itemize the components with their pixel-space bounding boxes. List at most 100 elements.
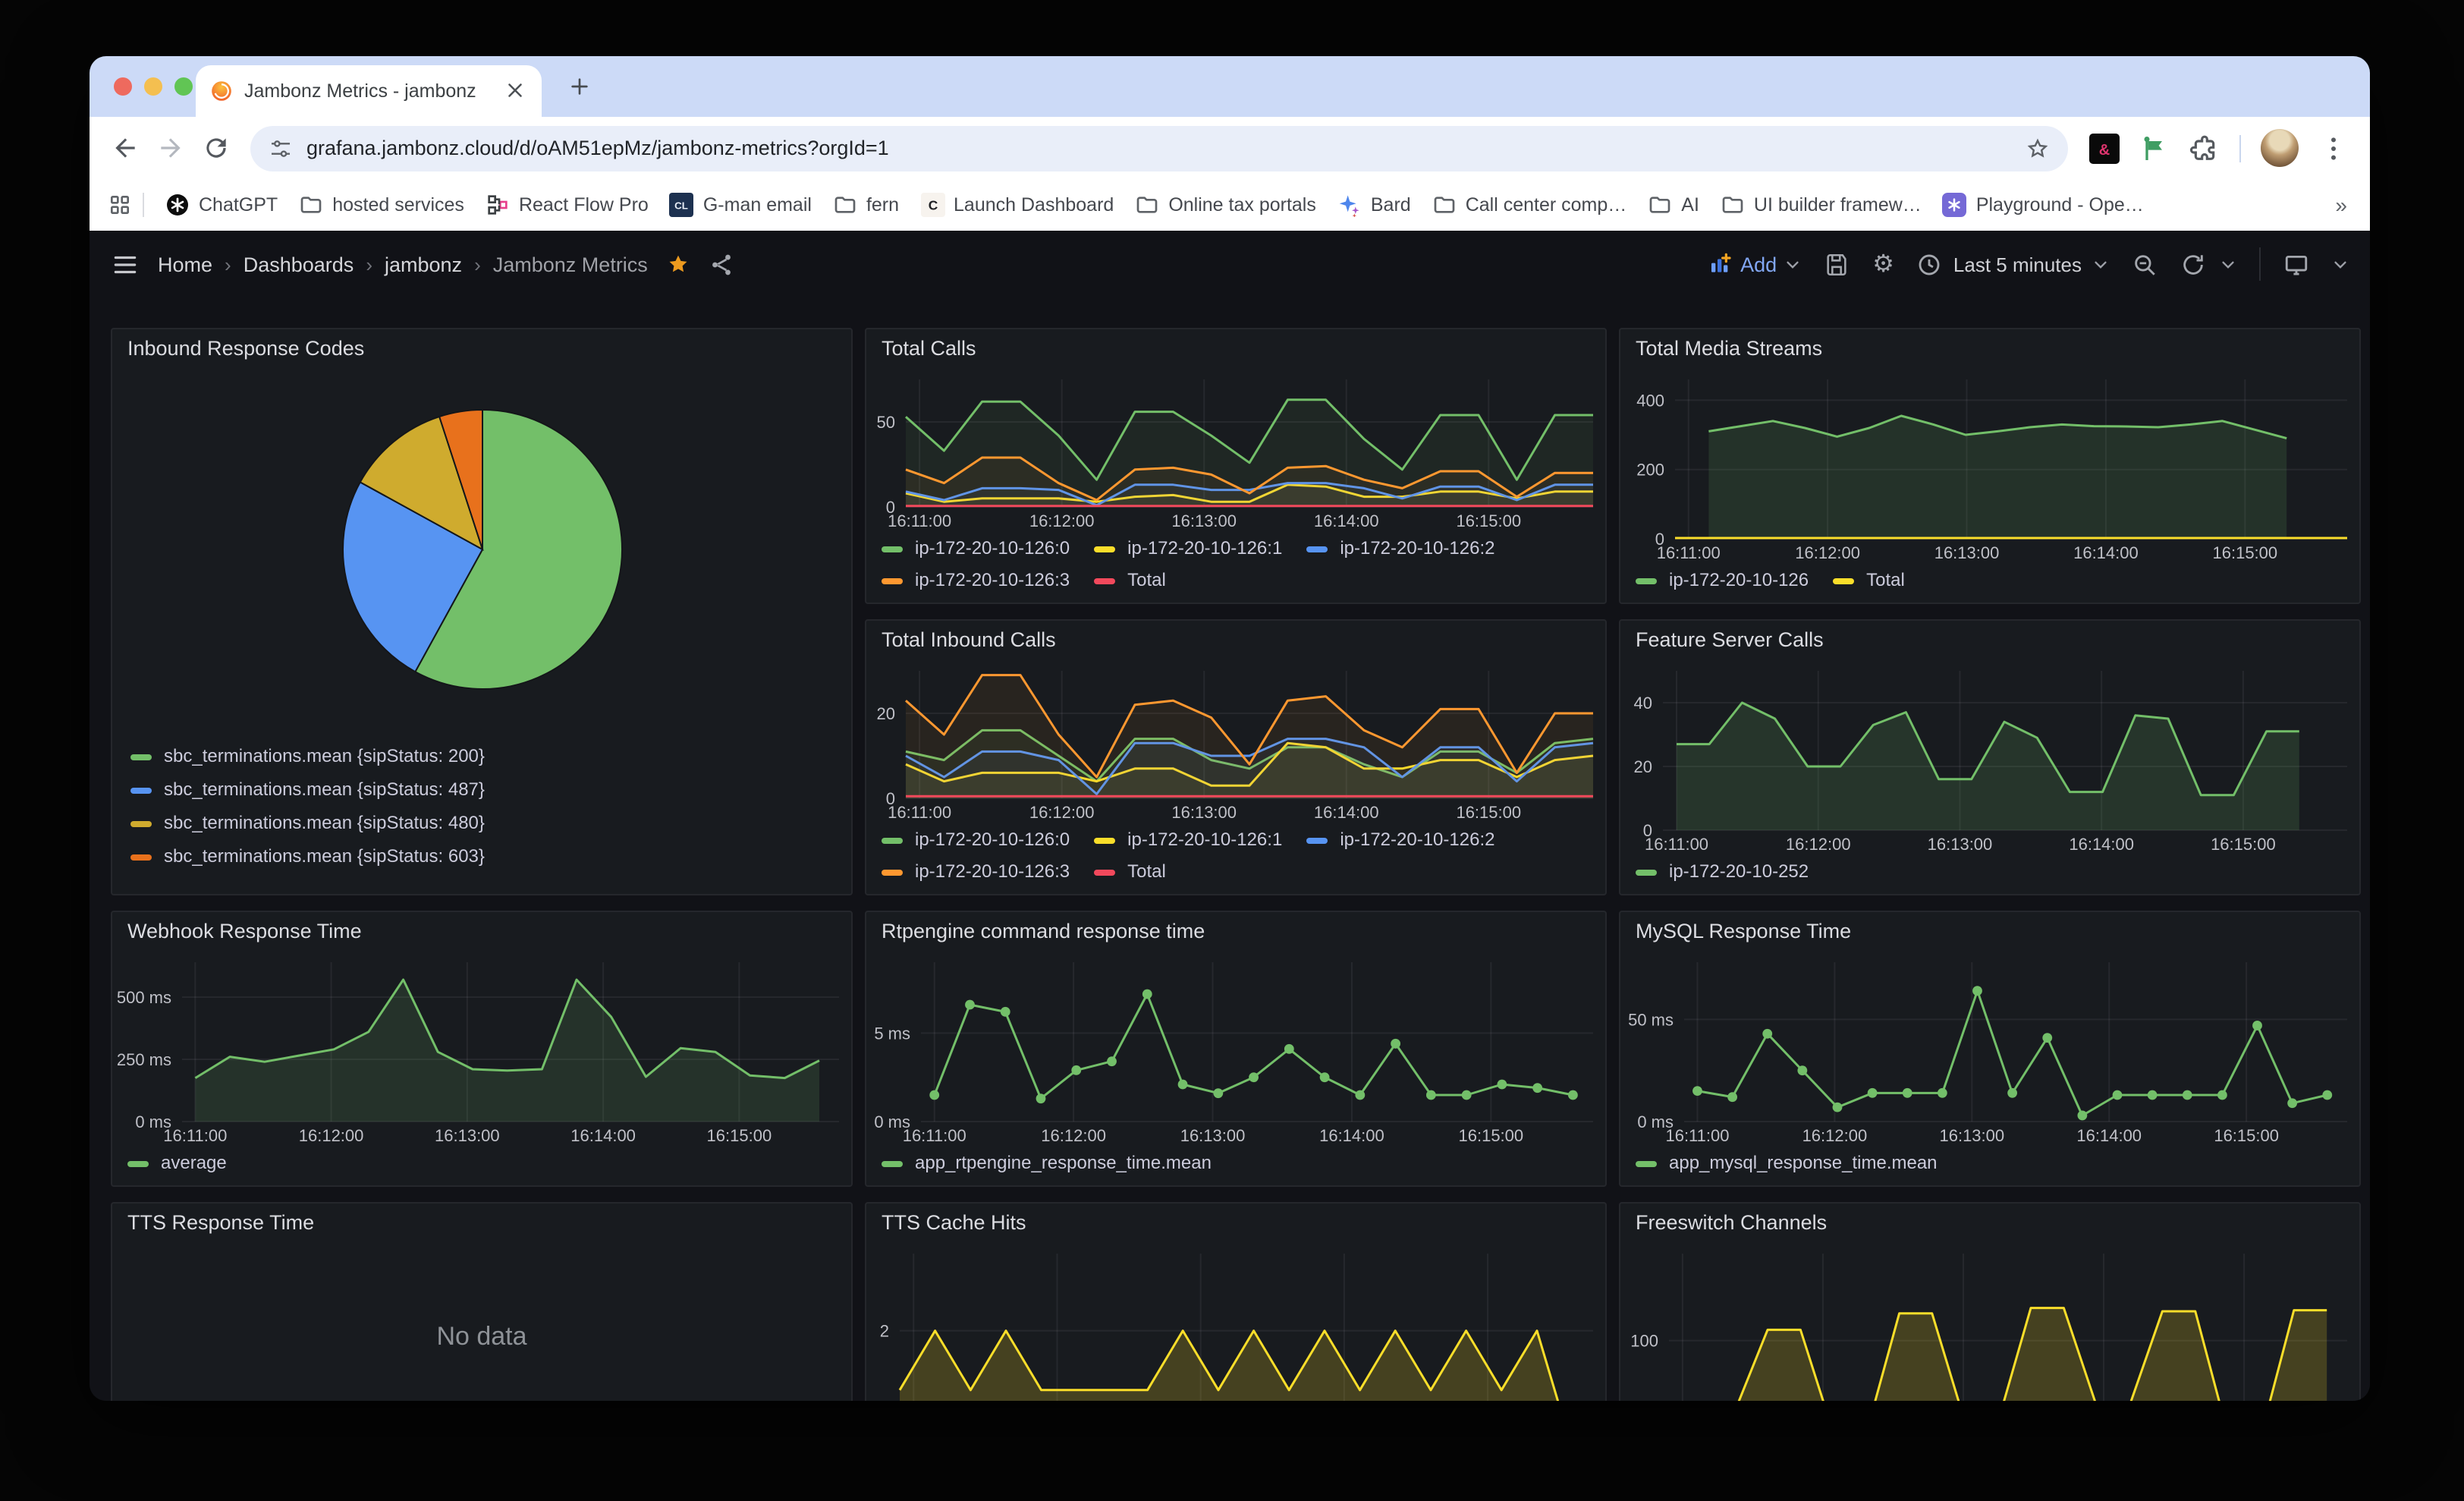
panel-chart[interactable]: 16:11:0016:12:0016:13:0016:14:0016:15:00… xyxy=(866,369,1605,534)
breadcrumb-item[interactable]: Jambonz Metrics xyxy=(493,253,648,275)
panel-title[interactable]: Feature Server Calls xyxy=(1620,621,2359,660)
legend-item[interactable]: ip-172-20-10-126 xyxy=(1636,569,1809,592)
panel-chart[interactable]: 16:11:0016:12:0016:13:0016:14:0016:15:00… xyxy=(866,952,1605,1149)
legend-swatch xyxy=(130,820,152,826)
legend-item[interactable]: ip-172-20-10-126:2 xyxy=(1306,829,1494,851)
legend-item[interactable]: sbc_terminations.mean {sipStatus: 200} xyxy=(130,745,833,768)
legend-item[interactable]: app_mysql_response_time.mean xyxy=(1636,1152,1938,1175)
legend-item[interactable]: ip-172-20-10-126:0 xyxy=(882,537,1070,560)
legend-item[interactable]: ip-172-20-10-126:3 xyxy=(882,861,1070,883)
legend-item[interactable]: Total xyxy=(1094,861,1166,883)
panel-chart[interactable]: 16:11:0016:12:0016:13:0016:14:0016:15:00… xyxy=(1620,952,2359,1149)
legend-item[interactable]: ip-172-20-10-126:1 xyxy=(1094,537,1282,560)
bookmark-item[interactable]: UI builder framew… xyxy=(1710,188,1932,222)
bookmark-star-icon[interactable] xyxy=(2026,136,2050,160)
bookmark-item[interactable]: Call center comp… xyxy=(1422,188,1638,222)
legend-item[interactable]: sbc_terminations.mean {sipStatus: 487} xyxy=(130,779,833,801)
reload-button[interactable] xyxy=(193,125,238,171)
panel-title[interactable]: Inbound Response Codes xyxy=(112,329,851,369)
bookmark-item[interactable]: CLG-man email xyxy=(659,188,822,222)
panel-chart[interactable] xyxy=(112,369,851,728)
legend-item[interactable]: ip-172-20-10-126:1 xyxy=(1094,829,1282,851)
extension-shortcut-icon[interactable]: & xyxy=(2089,133,2120,163)
add-panel-icon xyxy=(1708,252,1733,276)
legend-item[interactable]: app_rtpengine_response_time.mean xyxy=(882,1152,1212,1175)
save-dashboard-button[interactable] xyxy=(1824,251,1850,277)
bookmark-item[interactable]: Bard xyxy=(1327,188,1422,222)
panel-title[interactable]: Freeswitch Channels xyxy=(1620,1204,2359,1243)
bookmark-item[interactable]: Online tax portals xyxy=(1124,188,1327,222)
legend-item[interactable]: ip-172-20-10-252 xyxy=(1636,861,1809,883)
flag-extension-icon[interactable] xyxy=(2139,133,2170,163)
panel-chart[interactable]: 16:11:0016:12:0016:13:0016:14:0016:15:00… xyxy=(1620,660,2359,857)
legend-item[interactable]: ip-172-20-10-126:2 xyxy=(1306,537,1494,560)
bookmark-item[interactable]: fern xyxy=(822,188,910,222)
tv-mode-chevron[interactable] xyxy=(2332,256,2349,272)
svg-text:40: 40 xyxy=(1634,694,1652,713)
timeseries-chart-svg: 16:11:0016:12:0016:13:0016:14:0016:15:00… xyxy=(1620,1243,2359,1401)
panel-title[interactable]: Webhook Response Time xyxy=(112,912,851,952)
breadcrumb-item[interactable]: Dashboards xyxy=(244,253,354,275)
svg-text:100: 100 xyxy=(1630,1332,1658,1351)
panel-title[interactable]: MySQL Response Time xyxy=(1620,912,2359,952)
add-button-label: Add xyxy=(1740,253,1777,275)
favorite-star-icon[interactable] xyxy=(666,252,690,276)
minimize-window-button[interactable] xyxy=(144,77,162,96)
panel-title[interactable]: Total Calls xyxy=(866,329,1605,369)
panel-chart[interactable]: 16:11:0016:12:0016:13:0016:14:0016:15:00… xyxy=(866,660,1605,826)
time-range-picker[interactable]: Last 5 minutes xyxy=(1917,251,2109,277)
panel-title[interactable]: Total Media Streams xyxy=(1620,329,2359,369)
bookmark-item[interactable]: hosted services xyxy=(288,188,475,222)
panel-title[interactable]: Total Inbound Calls xyxy=(866,621,1605,660)
breadcrumb-item[interactable]: Home xyxy=(158,253,212,275)
zoom-out-button[interactable] xyxy=(2132,251,2158,277)
breadcrumb-item[interactable]: jambonz xyxy=(385,253,462,275)
panel-title[interactable]: TTS Response Time xyxy=(112,1204,851,1243)
bookmark-item[interactable]: AI xyxy=(1637,188,1710,222)
tab-close-icon[interactable] xyxy=(504,79,528,103)
site-settings-icon[interactable] xyxy=(269,136,293,160)
legend-item[interactable]: Total xyxy=(1833,569,1905,592)
tv-mode-button[interactable] xyxy=(2283,251,2309,277)
legend-item[interactable]: ip-172-20-10-126:3 xyxy=(882,569,1070,592)
bookmark-item[interactable]: ChatGPT xyxy=(155,188,288,222)
browser-tab[interactable]: Jambonz Metrics - jambonz xyxy=(196,65,542,117)
panel-title[interactable]: Rtpengine command response time xyxy=(866,912,1605,952)
legend-item[interactable]: Total xyxy=(1094,569,1166,592)
url-bar[interactable]: grafana.jambonz.cloud/d/oAM51epMz/jambon… xyxy=(250,125,2068,171)
refresh-interval-chevron[interactable] xyxy=(2220,256,2236,272)
bookmark-item[interactable]: CLaunch Dashboard xyxy=(910,188,1124,222)
new-tab-button[interactable] xyxy=(560,67,599,106)
legend-item[interactable]: sbc_terminations.mean {sipStatus: 480} xyxy=(130,812,833,835)
panel-chart[interactable]: 16:11:0016:12:0016:13:0016:14:0016:15:00… xyxy=(866,1243,1605,1401)
svg-text:16:13:00: 16:13:00 xyxy=(1180,1126,1246,1145)
dashboard-settings-icon[interactable]: ⚙ xyxy=(1872,251,1894,277)
panel-chart[interactable]: 16:11:0016:12:0016:13:0016:14:0016:15:00… xyxy=(112,952,851,1149)
extensions-puzzle-icon[interactable] xyxy=(2189,133,2220,163)
share-icon[interactable] xyxy=(709,251,734,277)
legend-label: ip-172-20-10-126 xyxy=(1669,569,1809,592)
panel-chart[interactable]: 16:11:0016:12:0016:13:0016:14:0016:15:00… xyxy=(1620,369,2359,566)
legend-item[interactable]: ip-172-20-10-126:0 xyxy=(882,829,1070,851)
bookmark-label: React Flow Pro xyxy=(519,194,649,216)
maximize-window-button[interactable] xyxy=(174,77,193,96)
bookmark-item[interactable]: React Flow Pro xyxy=(475,188,659,222)
bookmark-item[interactable]: Playground - Ope… xyxy=(1932,188,2154,222)
legend-item[interactable]: average xyxy=(127,1152,227,1175)
profile-avatar[interactable] xyxy=(2261,129,2299,167)
back-button[interactable] xyxy=(102,125,147,171)
forward-button[interactable] xyxy=(147,125,193,171)
panel-title[interactable]: TTS Cache Hits xyxy=(866,1204,1605,1243)
close-window-button[interactable] xyxy=(114,77,132,96)
svg-text:16:14:00: 16:14:00 xyxy=(2069,835,2134,854)
add-button[interactable]: Add xyxy=(1708,252,1801,276)
hamburger-menu-icon[interactable] xyxy=(111,250,140,278)
legend-item[interactable]: sbc_terminations.mean {sipStatus: 603} xyxy=(130,845,833,868)
panel-chart[interactable]: 16:11:0016:12:0016:13:0016:14:0016:15:00… xyxy=(1620,1243,2359,1401)
tab-title: Jambonz Metrics - jambonz xyxy=(244,80,493,102)
panel-chart[interactable]: No data xyxy=(112,1243,851,1401)
refresh-button[interactable] xyxy=(2180,251,2206,277)
apps-grid-icon[interactable] xyxy=(108,193,132,217)
bookmarks-overflow-chevron[interactable]: » xyxy=(2329,193,2352,217)
browser-menu-icon[interactable] xyxy=(2318,133,2349,163)
